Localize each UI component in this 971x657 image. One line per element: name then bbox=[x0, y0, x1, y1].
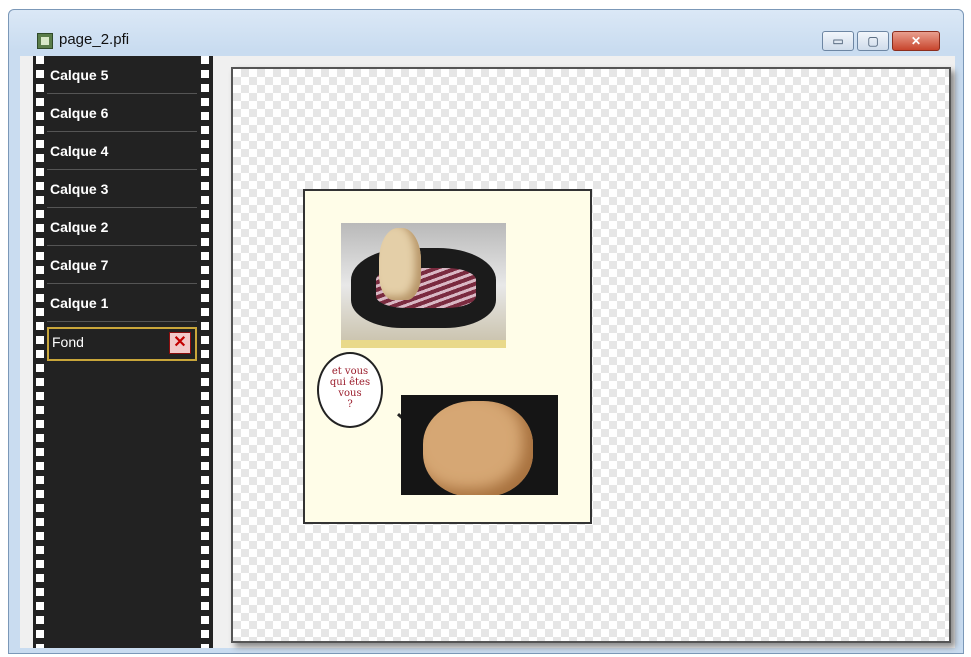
puppy-shape bbox=[423, 401, 533, 495]
maximize-button[interactable]: ▢ bbox=[857, 31, 889, 51]
layer-label: Calque 6 bbox=[50, 105, 109, 121]
maximize-icon: ▢ bbox=[867, 34, 879, 48]
speech-line: qui êtes bbox=[329, 377, 371, 388]
canvas-area[interactable]: et vous qui êtes vous ? bbox=[231, 67, 951, 643]
layer-item-calque-3[interactable]: Calque 3 bbox=[47, 174, 197, 208]
layer-label: Calque 4 bbox=[50, 143, 109, 159]
layer-label: Calque 3 bbox=[50, 181, 109, 197]
layer-item-fond[interactable]: Fond ✕ bbox=[47, 327, 197, 361]
layer-label: Calque 2 bbox=[50, 219, 109, 235]
layer-label: Fond bbox=[52, 334, 84, 350]
layer-item-calque-1[interactable]: Calque 1 bbox=[47, 288, 197, 322]
layer-item-calque-5[interactable]: Calque 5 bbox=[47, 60, 197, 94]
layer-label: Calque 5 bbox=[50, 67, 109, 83]
layer-item-calque-4[interactable]: Calque 4 bbox=[47, 136, 197, 170]
layer-item-calque-6[interactable]: Calque 6 bbox=[47, 98, 197, 132]
minimize-button[interactable]: ▭ bbox=[822, 31, 854, 51]
close-icon: ✕ bbox=[910, 34, 922, 48]
app-icon[interactable] bbox=[37, 33, 53, 49]
speech-bubble-text: et vous qui êtes vous ? bbox=[319, 366, 381, 410]
layer-filmstrip: Calque 5 Calque 6 Calque 4 Calque 3 Calq… bbox=[33, 56, 213, 648]
document-window: page_2.pfi ▭ ▢ ✕ Calque 5 Calque 6 Calqu… bbox=[8, 9, 964, 654]
speech-line: et vous bbox=[331, 366, 369, 377]
speech-line: ? bbox=[347, 399, 353, 410]
window-client-area: Calque 5 Calque 6 Calque 4 Calque 3 Calq… bbox=[20, 56, 955, 648]
puppy-shape bbox=[379, 228, 421, 300]
film-perforations-right bbox=[201, 56, 209, 648]
title-bar[interactable]: page_2.pfi ▭ ▢ ✕ bbox=[9, 10, 963, 56]
layer-item-calque-7[interactable]: Calque 7 bbox=[47, 250, 197, 284]
speech-bubble[interactable]: et vous qui êtes vous ? bbox=[317, 352, 383, 428]
layer-label: Calque 1 bbox=[50, 295, 109, 311]
layer-label: Calque 7 bbox=[50, 257, 109, 273]
dog-basket-photo[interactable] bbox=[341, 223, 506, 348]
close-button[interactable]: ✕ bbox=[892, 31, 940, 51]
photo-caption-strip bbox=[341, 340, 506, 348]
delete-layer-icon[interactable]: ✕ bbox=[169, 332, 191, 354]
page-artwork[interactable]: et vous qui êtes vous ? bbox=[303, 189, 592, 524]
minimize-icon: ▭ bbox=[832, 34, 844, 48]
film-perforations-left bbox=[36, 56, 44, 648]
window-title: page_2.pfi bbox=[59, 31, 130, 48]
speech-line: vous bbox=[338, 388, 362, 399]
layer-item-calque-2[interactable]: Calque 2 bbox=[47, 212, 197, 246]
puppy-closeup-photo[interactable] bbox=[401, 395, 558, 495]
